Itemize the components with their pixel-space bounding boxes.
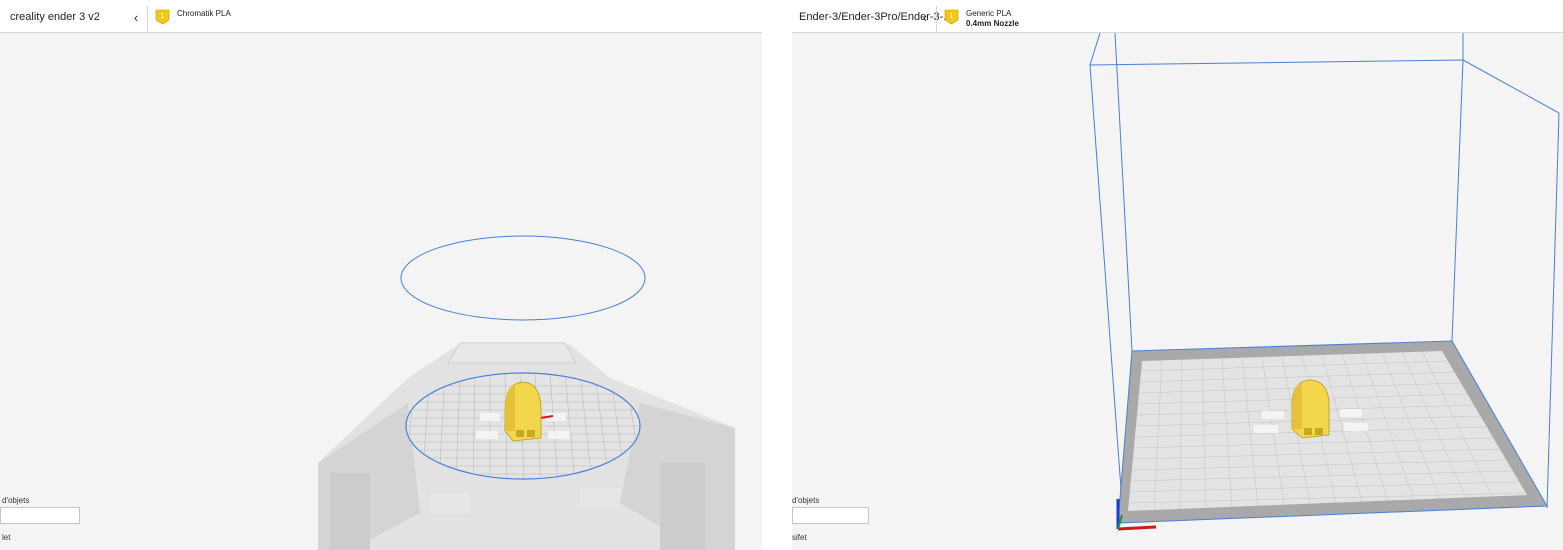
right-bottom-label: sifet bbox=[792, 533, 807, 542]
left-extruder-icon[interactable]: 1 bbox=[155, 9, 170, 25]
right-chevron-left-icon[interactable]: ‹ bbox=[918, 9, 932, 25]
left-material-info[interactable]: Chromatik PLA bbox=[177, 9, 231, 19]
svg-text:1: 1 bbox=[160, 12, 164, 20]
left-chevron-left-icon[interactable]: ‹ bbox=[129, 9, 143, 25]
left-object-list-label: d'objets bbox=[2, 496, 30, 505]
svg-text:1: 1 bbox=[949, 12, 953, 20]
left-3d-viewport[interactable]: d'objets let bbox=[0, 33, 762, 550]
left-material-name: Chromatik PLA bbox=[177, 9, 231, 18]
right-object-list-label: d'objets bbox=[792, 496, 820, 505]
left-printer-name: creality ender 3 v2 bbox=[10, 10, 100, 23]
right-object-list-box[interactable] bbox=[792, 507, 869, 524]
right-material-info[interactable]: Generic PLA 0.4mm Nozzle bbox=[966, 9, 1019, 29]
right-material-name: Generic PLA bbox=[966, 9, 1012, 18]
left-cura-window: creality ender 3 v2 ‹ 1 Chromatik PLA d'… bbox=[0, 0, 762, 550]
window-gap bbox=[762, 0, 792, 550]
left-build-volume-outline bbox=[400, 235, 646, 321]
left-scene[interactable] bbox=[0, 33, 762, 550]
right-model[interactable] bbox=[1291, 379, 1330, 439]
right-top-bar: Ender-3/Ender-3Pro/Ender-3-... ‹ 1 Gener… bbox=[792, 0, 1563, 33]
left-top-bar: creality ender 3 v2 ‹ 1 Chromatik PLA bbox=[0, 0, 762, 33]
right-nozzle-name: 0.4mm Nozzle bbox=[966, 19, 1019, 28]
left-bottom-label: let bbox=[2, 533, 11, 542]
left-printer-selector[interactable]: creality ender 3 v2 bbox=[10, 0, 100, 33]
right-extruder-icon[interactable]: 1 bbox=[944, 9, 959, 25]
left-object-list-box[interactable] bbox=[0, 507, 80, 524]
right-3d-viewport[interactable]: d'objets sifet bbox=[792, 33, 1563, 550]
right-divider bbox=[936, 6, 937, 33]
right-scene[interactable] bbox=[792, 33, 1563, 550]
left-model[interactable] bbox=[504, 381, 542, 442]
left-divider bbox=[147, 6, 148, 33]
right-cura-window: Ender-3/Ender-3Pro/Ender-3-... ‹ 1 Gener… bbox=[792, 0, 1563, 550]
